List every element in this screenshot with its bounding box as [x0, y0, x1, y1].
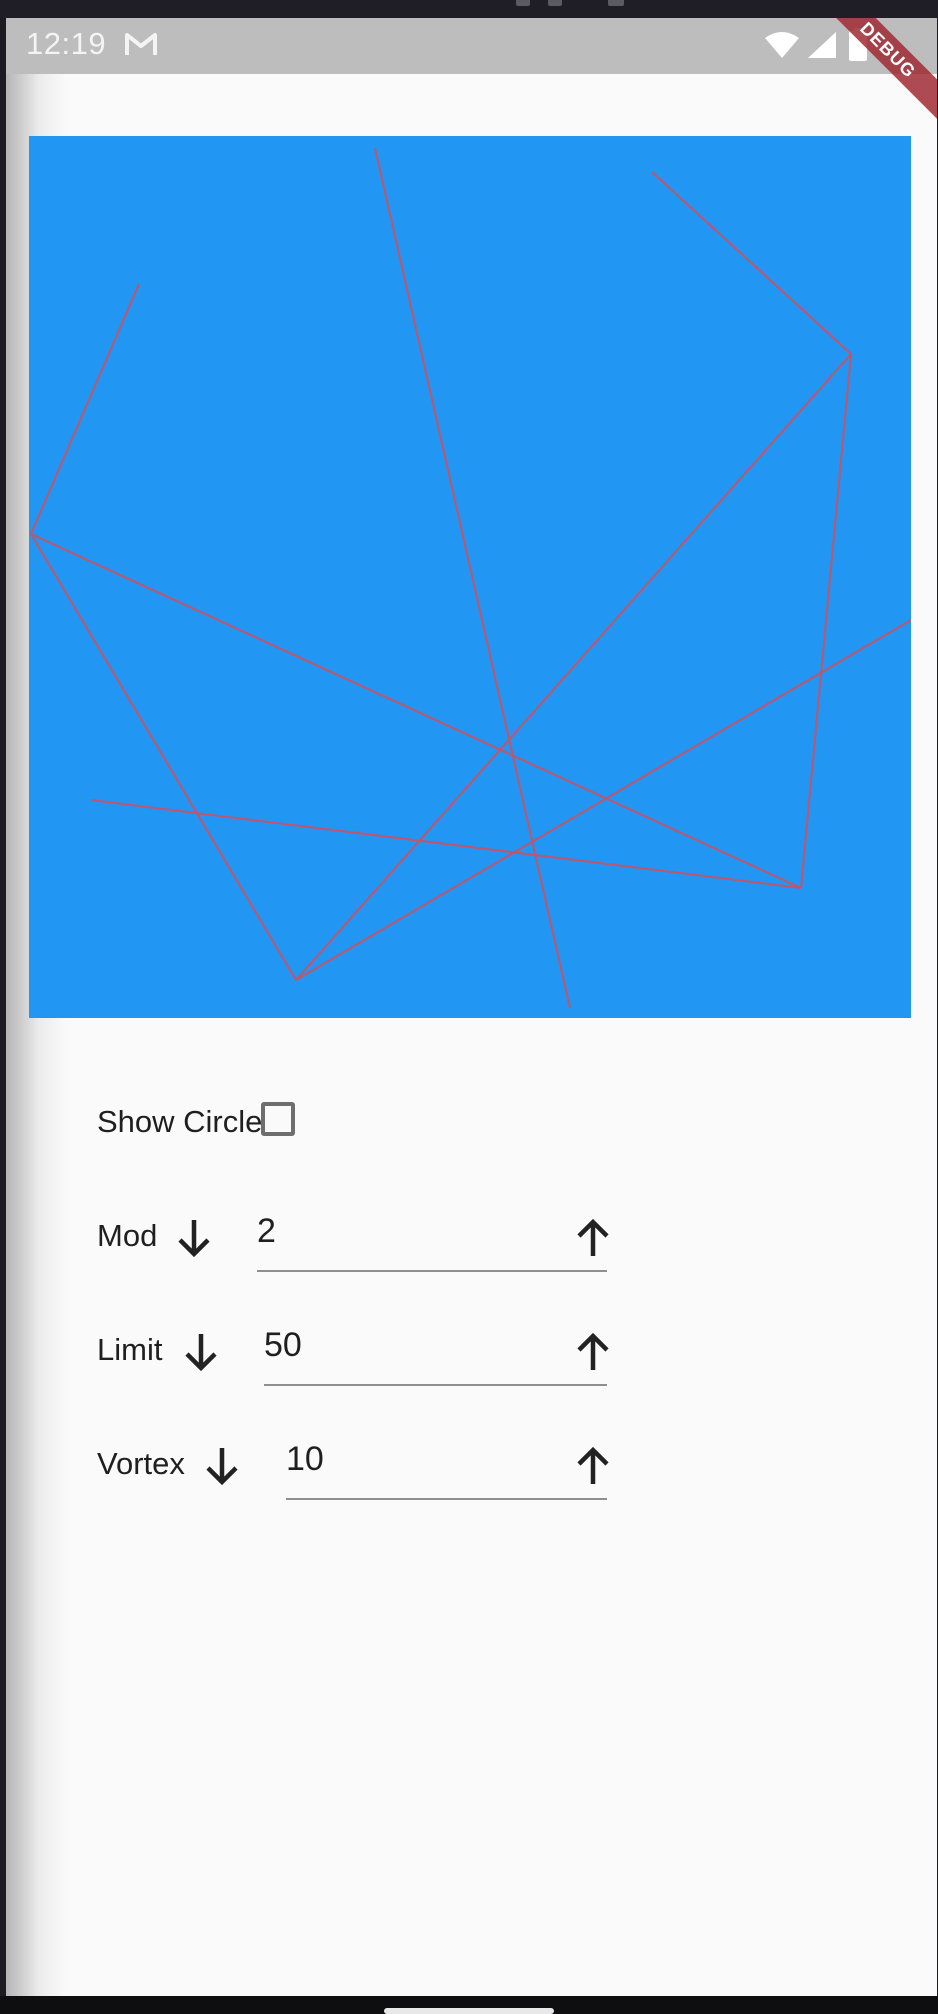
arrow-down-icon: [178, 1220, 210, 1258]
vortex-value: 10: [286, 1440, 324, 1478]
limit-increment-button[interactable]: [571, 1330, 615, 1374]
pattern-lines: [30, 147, 911, 1009]
pattern-line: [30, 283, 140, 535]
limit-input[interactable]: 50: [264, 1320, 607, 1386]
pattern-canvas: [29, 136, 911, 1018]
camera-notch-mark: [608, 0, 624, 6]
vortex-input[interactable]: 10: [286, 1434, 607, 1500]
arrow-up-icon: [577, 1218, 609, 1256]
mod-decrement-button[interactable]: [172, 1216, 216, 1260]
mod-label: Mod: [97, 1218, 158, 1253]
pattern-line: [800, 353, 852, 889]
app-screen: 12:19 DEBUG Show Circle Mod 2 Limit 50 V…: [6, 18, 937, 1996]
wifi-icon: [764, 30, 800, 65]
status-bar: 12:19: [6, 18, 937, 74]
arrow-down-icon: [206, 1448, 238, 1486]
vortex-decrement-button[interactable]: [200, 1444, 244, 1488]
pattern-line: [374, 147, 571, 1009]
pattern-line: [651, 171, 852, 355]
pattern-line: [30, 533, 297, 981]
vortex-increment-button[interactable]: [571, 1444, 615, 1488]
arrow-up-icon: [577, 1332, 609, 1370]
window-top-strip: [0, 0, 938, 18]
pattern-line: [90, 799, 802, 889]
show-circle-label: Show Circle: [97, 1104, 263, 1139]
camera-notch-mark: [548, 0, 562, 6]
camera-notch-mark: [516, 0, 530, 6]
vortex-label: Vortex: [97, 1446, 185, 1481]
signal-icon: [806, 30, 838, 65]
arrow-up-icon: [577, 1446, 609, 1484]
limit-decrement-button[interactable]: [179, 1330, 223, 1374]
pattern-line: [295, 353, 852, 981]
limit-value: 50: [264, 1326, 302, 1364]
gmail-icon: [124, 31, 158, 62]
pattern-line: [30, 533, 802, 889]
mod-input[interactable]: 2: [257, 1206, 607, 1272]
pattern-line: [295, 619, 911, 981]
home-gesture-pill[interactable]: [384, 2008, 554, 2014]
arrow-down-icon: [185, 1334, 217, 1372]
status-time: 12:19: [26, 26, 107, 61]
mod-increment-button[interactable]: [571, 1216, 615, 1260]
show-circle-checkbox[interactable]: [261, 1102, 295, 1136]
limit-label: Limit: [97, 1332, 163, 1367]
mod-value: 2: [257, 1212, 276, 1250]
